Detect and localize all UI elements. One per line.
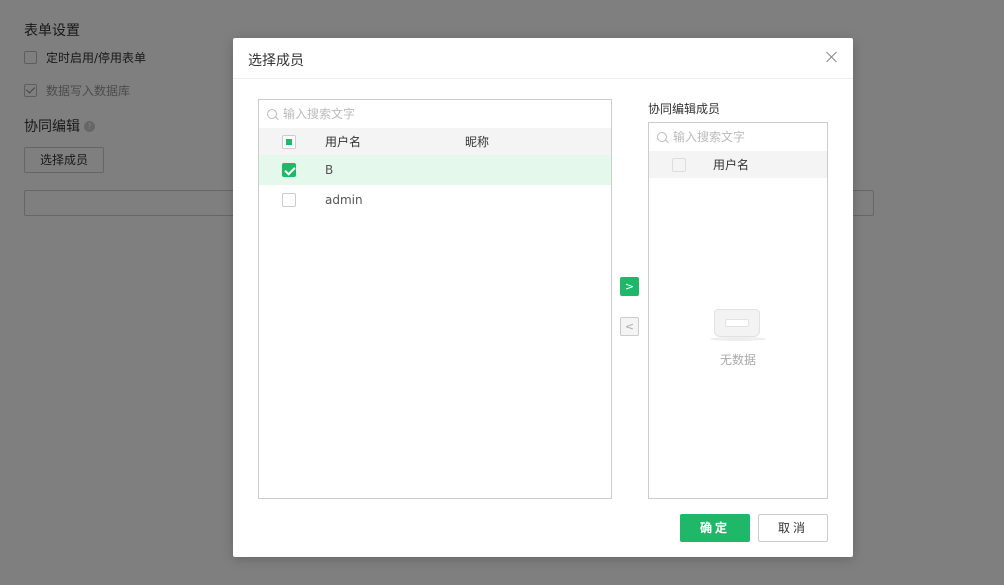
- column-username: 用户名: [325, 135, 362, 149]
- chevron-right-icon: >: [624, 280, 635, 293]
- select-all-checkbox[interactable]: [282, 134, 296, 149]
- target-list-panel: 用户名 无数据: [648, 122, 828, 499]
- row-checkbox[interactable]: [282, 163, 296, 177]
- table-row[interactable]: admin: [259, 185, 611, 215]
- empty-state: 无数据: [649, 303, 827, 368]
- search-icon: [267, 109, 277, 119]
- source-search[interactable]: [259, 100, 611, 128]
- select-all-checkbox[interactable]: [672, 157, 686, 172]
- column-nickname: 昵称: [465, 135, 490, 149]
- cell-username: admin: [325, 193, 363, 207]
- close-icon[interactable]: [824, 49, 840, 65]
- search-input[interactable]: [283, 107, 559, 121]
- row-checkbox[interactable]: [282, 193, 296, 207]
- dialog-title: 选择成员: [248, 53, 304, 69]
- empty-text: 无数据: [719, 353, 756, 367]
- empty-box-icon: [710, 303, 766, 343]
- search-input[interactable]: [673, 130, 809, 144]
- search-icon: [657, 132, 667, 142]
- source-list-panel: 用户名 昵称 B admin: [258, 99, 612, 499]
- column-username: 用户名: [713, 158, 750, 172]
- table-header: 用户名 昵称: [259, 128, 611, 155]
- move-right-button[interactable]: >: [620, 277, 639, 296]
- target-search[interactable]: [649, 123, 827, 151]
- select-members-dialog: 选择成员 用户名 昵称 B admin > < 协同编辑成员: [233, 38, 853, 557]
- table-header: 用户名: [649, 151, 827, 178]
- cancel-button[interactable]: 取消: [758, 514, 828, 542]
- ok-button[interactable]: 确定: [680, 514, 750, 542]
- cell-username: B: [325, 163, 334, 177]
- dialog-header: 选择成员: [233, 38, 853, 79]
- move-left-button[interactable]: <: [620, 317, 639, 336]
- table-row[interactable]: B: [259, 155, 611, 185]
- chevron-left-icon: <: [624, 320, 635, 333]
- target-list-label: 协同编辑成员: [648, 102, 721, 116]
